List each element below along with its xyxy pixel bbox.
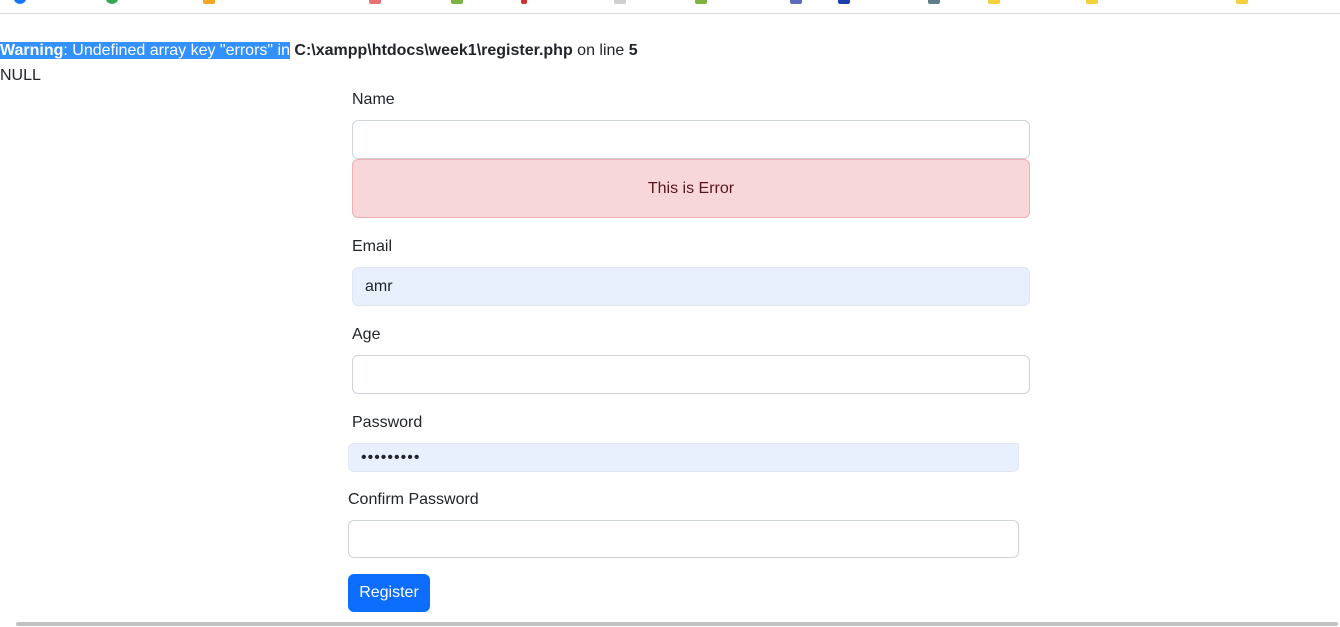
warning-on-line: on line — [577, 42, 625, 59]
bookmark-icon[interactable] — [838, 0, 850, 4]
bookmark-icon[interactable] — [369, 0, 381, 4]
var-dump-output: NULL — [0, 67, 41, 84]
bookmark-icon[interactable] — [790, 0, 802, 4]
php-warning: Warning: Undefined array key "errors" in… — [0, 41, 638, 61]
horizontal-scrollbar[interactable] — [16, 622, 1338, 626]
folder-icon[interactable] — [1236, 0, 1248, 4]
bookmark-icon[interactable] — [695, 0, 707, 4]
folder-icon[interactable] — [1086, 0, 1098, 4]
email-field[interactable]: amr — [352, 267, 1030, 306]
name-field[interactable] — [352, 120, 1030, 159]
age-field[interactable] — [352, 355, 1030, 394]
bookmark-icon[interactable] — [451, 0, 463, 4]
confirm-password-label: Confirm Password — [348, 491, 479, 508]
age-label: Age — [352, 326, 381, 343]
name-label: Name — [352, 91, 395, 108]
password-label: Password — [352, 414, 423, 431]
bookmark-icon[interactable] — [203, 0, 215, 4]
password-field[interactable]: ••••••••• — [348, 443, 1019, 472]
warning-message: : Undefined array key "errors" in — [63, 42, 290, 59]
warning-label: Warning — [0, 42, 64, 59]
folder-icon[interactable] — [988, 0, 1000, 4]
email-label: Email — [352, 238, 393, 255]
confirm-password-field[interactable] — [348, 520, 1019, 558]
bookmark-icon[interactable] — [928, 0, 940, 4]
facebook-icon[interactable] — [14, 0, 26, 4]
warning-line-number: 5 — [628, 42, 638, 59]
bookmarks-bar — [0, 0, 1340, 14]
error-alert: This is Error — [352, 159, 1030, 218]
bookmark-icon[interactable] — [521, 0, 527, 4]
bookmark-icon[interactable] — [614, 0, 626, 4]
warning-file-path: C:\xampp\htdocs\week1\register.php — [294, 42, 573, 59]
bookmark-icon[interactable] — [106, 0, 118, 4]
register-button[interactable]: Register — [348, 574, 430, 612]
